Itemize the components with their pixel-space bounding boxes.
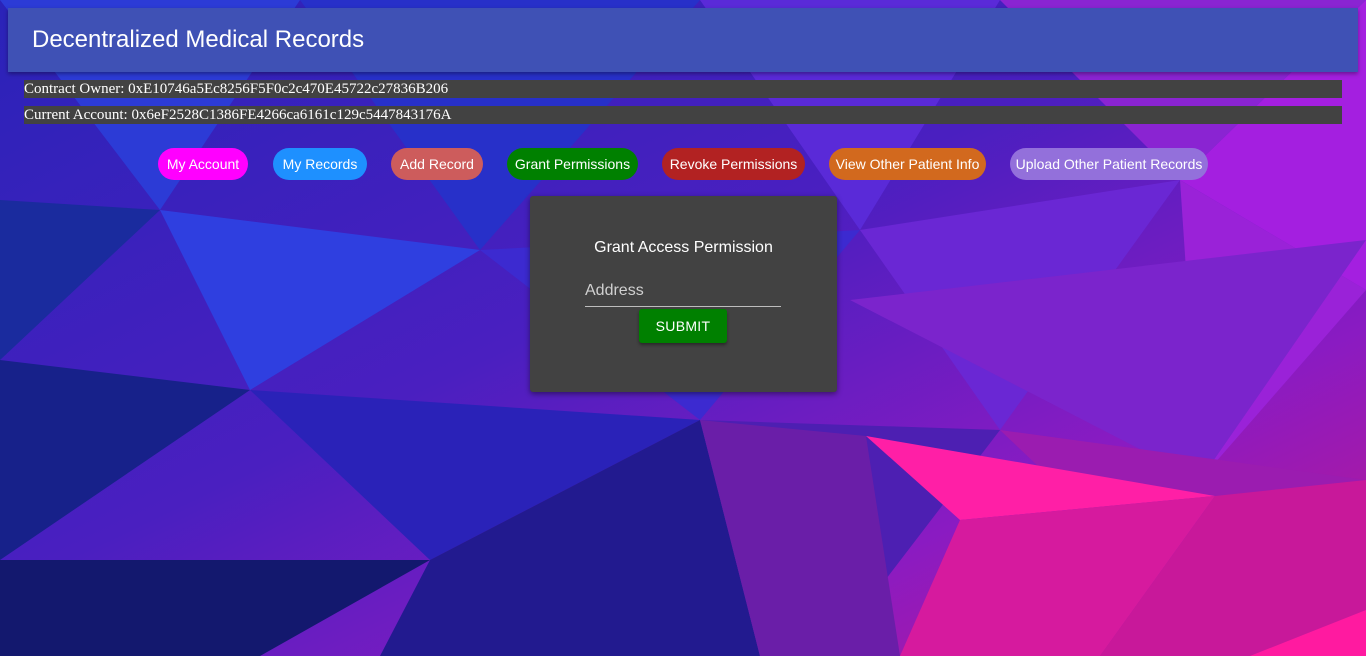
address-input[interactable] bbox=[585, 276, 781, 307]
grant-access-title: Grant Access Permission bbox=[594, 239, 773, 256]
current-account-row: Current Account: 0x6eF2528C1386FE4266ca6… bbox=[24, 106, 1342, 124]
revoke-permissions-button[interactable]: Revoke Permissions bbox=[662, 148, 805, 180]
grant-access-card: Grant Access Permission SUBMIT bbox=[530, 196, 837, 392]
my-records-button[interactable]: My Records bbox=[273, 148, 367, 180]
main-nav: My Account My Records Add Record Grant P… bbox=[0, 148, 1366, 180]
app-bar: Decentralized Medical Records bbox=[8, 8, 1358, 72]
app-title: Decentralized Medical Records bbox=[32, 26, 365, 53]
grant-permissions-button[interactable]: Grant Permissions bbox=[507, 148, 638, 180]
submit-button[interactable]: SUBMIT bbox=[639, 309, 727, 343]
view-other-patient-info-button[interactable]: View Other Patient Info bbox=[829, 148, 986, 180]
upload-other-patient-records-button[interactable]: Upload Other Patient Records bbox=[1010, 148, 1208, 180]
add-record-button[interactable]: Add Record bbox=[391, 148, 483, 180]
contract-owner-row: Contract Owner: 0xE10746a5Ec8256F5F0c2c4… bbox=[24, 80, 1342, 98]
my-account-button[interactable]: My Account bbox=[158, 148, 248, 180]
